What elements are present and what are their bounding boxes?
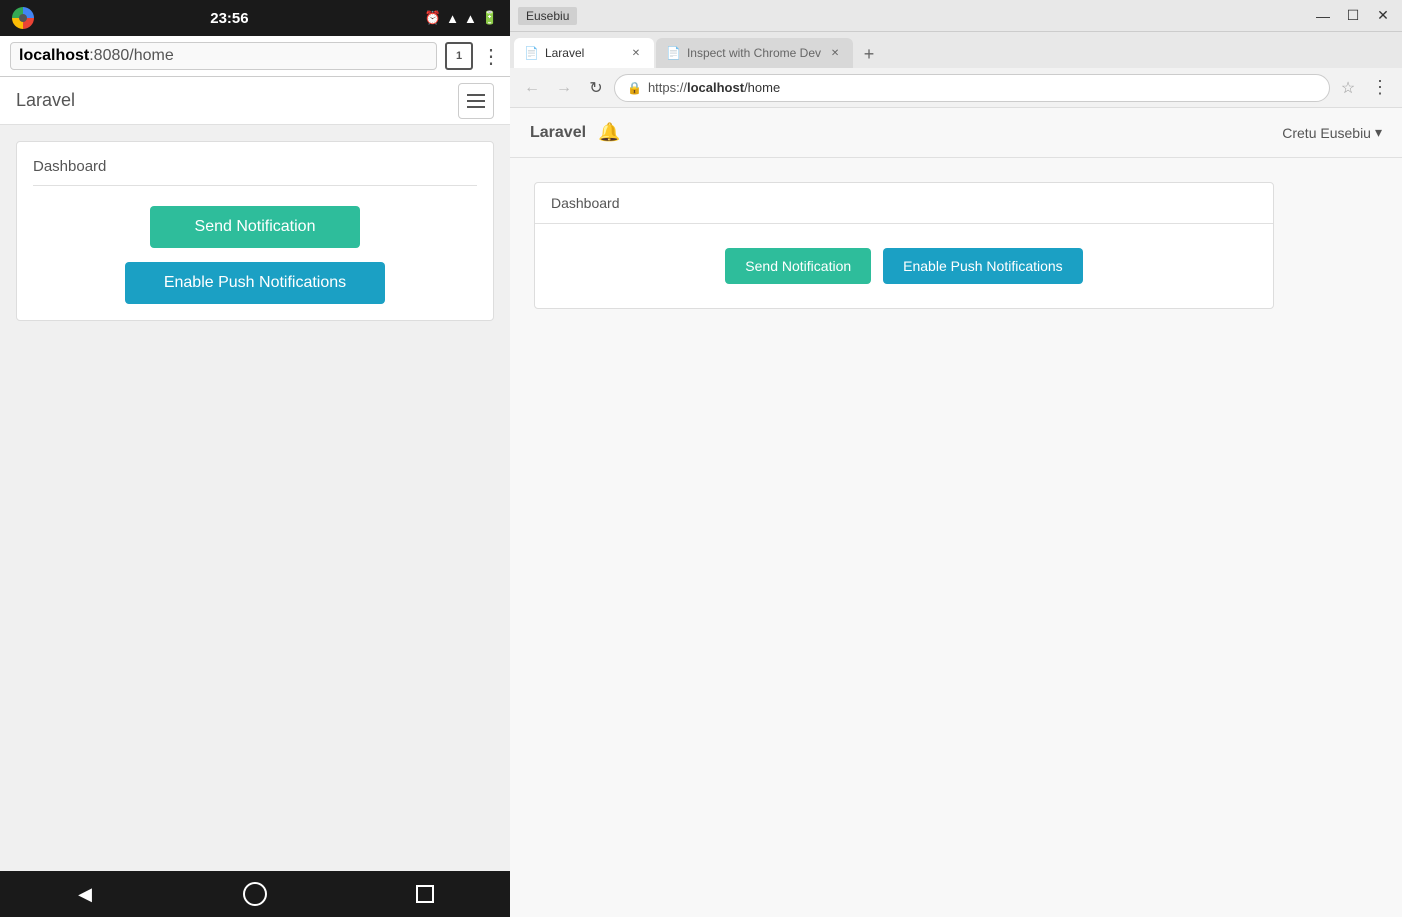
username-label: Cretu Eusebiu	[1282, 125, 1371, 141]
android-url-path: :8080/home	[89, 47, 174, 64]
notification-bell-icon[interactable]: 🔔	[598, 122, 620, 143]
chrome-icon	[12, 7, 34, 29]
chrome-menu-button[interactable]: ⋮	[1366, 74, 1394, 102]
android-enable-push-button[interactable]: Enable Push Notifications	[125, 262, 385, 304]
android-statusbar: 23:56 ⏰ ▲ ▲ 🔋	[0, 0, 510, 36]
android-urlbar: localhost:8080/home 1 ⋮	[0, 36, 510, 77]
ssl-lock-icon: 🔒	[627, 81, 642, 95]
titlebar-user: Eusebiu	[518, 7, 577, 25]
desktop-card-body: Send Notification Enable Push Notificati…	[535, 224, 1273, 308]
reload-icon: ↻	[589, 78, 602, 98]
desktop-dashboard-card: Dashboard Send Notification Enable Push …	[534, 182, 1274, 309]
android-phone: 23:56 ⏰ ▲ ▲ 🔋 localhost:8080/home 1 ⋮ La…	[0, 0, 510, 917]
url-path: /home	[744, 80, 780, 95]
address-bar[interactable]: 🔒 https://localhost/home	[614, 74, 1330, 102]
user-dropdown-button[interactable]: Cretu Eusebiu ▾	[1282, 124, 1382, 141]
tab-laravel-favicon: 📄	[524, 46, 539, 60]
desktop-main-content: Dashboard Send Notification Enable Push …	[510, 158, 1402, 333]
android-web-content: Laravel Dashboard Send Notification Enab…	[0, 77, 510, 871]
statusbar-time: 23:56	[210, 10, 248, 27]
statusbar-right: ⏰ ▲ ▲ 🔋	[425, 10, 498, 26]
android-url-container[interactable]: localhost:8080/home	[10, 42, 437, 70]
android-laravel-header: Laravel	[0, 77, 510, 125]
nav-left: Laravel 🔔	[530, 122, 620, 143]
android-recents-button[interactable]	[410, 879, 440, 909]
forward-icon: →	[556, 79, 572, 97]
signal-icon: ▲	[464, 11, 477, 26]
hamburger-button[interactable]	[458, 83, 494, 119]
reload-button[interactable]: ↻	[582, 74, 610, 102]
android-menu-button[interactable]: ⋮	[481, 44, 500, 69]
tab-laravel-title: Laravel	[545, 46, 622, 60]
user-caret-icon: ▾	[1375, 124, 1382, 141]
url-host: localhost	[687, 80, 744, 95]
android-tab-count[interactable]: 1	[445, 42, 473, 70]
desktop-web-content: Laravel 🔔 Cretu Eusebiu ▾ Dashboard Send…	[510, 108, 1402, 917]
statusbar-left	[12, 7, 34, 29]
android-back-button[interactable]: ◀	[70, 879, 100, 909]
desktop-card-header: Dashboard	[535, 183, 1273, 224]
tab-devtools-close[interactable]: ✕	[827, 45, 843, 61]
desktop-brand: Laravel	[530, 124, 586, 142]
battery-icon: 🔋	[482, 10, 498, 26]
url-scheme: https://	[648, 80, 687, 95]
android-home-button[interactable]	[240, 879, 270, 909]
tab-laravel-close[interactable]: ✕	[628, 45, 644, 61]
maximize-button[interactable]: ☐	[1338, 4, 1368, 28]
alarm-icon: ⏰	[425, 10, 441, 26]
android-dashboard-card: Dashboard Send Notification Enable Push …	[16, 141, 494, 321]
browser-toolbar: ← → ↻ 🔒 https://localhost/home ☆ ⋮	[510, 68, 1402, 108]
android-card-title: Dashboard	[33, 158, 477, 186]
titlebar: Eusebiu — ☐ ✕	[510, 0, 1402, 32]
desktop-enable-push-button[interactable]: Enable Push Notifications	[883, 248, 1083, 284]
android-send-notification-button[interactable]: Send Notification	[150, 206, 360, 248]
desktop-send-notification-button[interactable]: Send Notification	[725, 248, 871, 284]
back-button[interactable]: ←	[518, 74, 546, 102]
url-display: https://localhost/home	[648, 80, 780, 95]
minimize-button[interactable]: —	[1308, 4, 1338, 28]
android-url-host: localhost	[19, 47, 89, 64]
desktop-browser: Eusebiu — ☐ ✕ 📄 Laravel ✕ 📄 Inspect with…	[510, 0, 1402, 917]
bookmark-button[interactable]: ☆	[1334, 74, 1362, 102]
android-brand: Laravel	[16, 90, 75, 111]
close-button[interactable]: ✕	[1368, 4, 1398, 28]
tabbar: 📄 Laravel ✕ 📄 Inspect with Chrome Dev ✕ …	[510, 32, 1402, 68]
new-tab-button[interactable]: +	[855, 40, 883, 68]
desktop-laravel-nav: Laravel 🔔 Cretu Eusebiu ▾	[510, 108, 1402, 158]
tab-laravel[interactable]: 📄 Laravel ✕	[514, 38, 654, 68]
forward-button[interactable]: →	[550, 74, 578, 102]
tab-devtools-favicon: 📄	[666, 46, 681, 60]
android-navbar: ◀	[0, 871, 510, 917]
tab-devtools[interactable]: 📄 Inspect with Chrome Dev ✕	[656, 38, 853, 68]
tab-devtools-title: Inspect with Chrome Dev	[687, 46, 821, 60]
back-icon: ←	[524, 79, 540, 97]
wifi-icon: ▲	[446, 11, 459, 26]
